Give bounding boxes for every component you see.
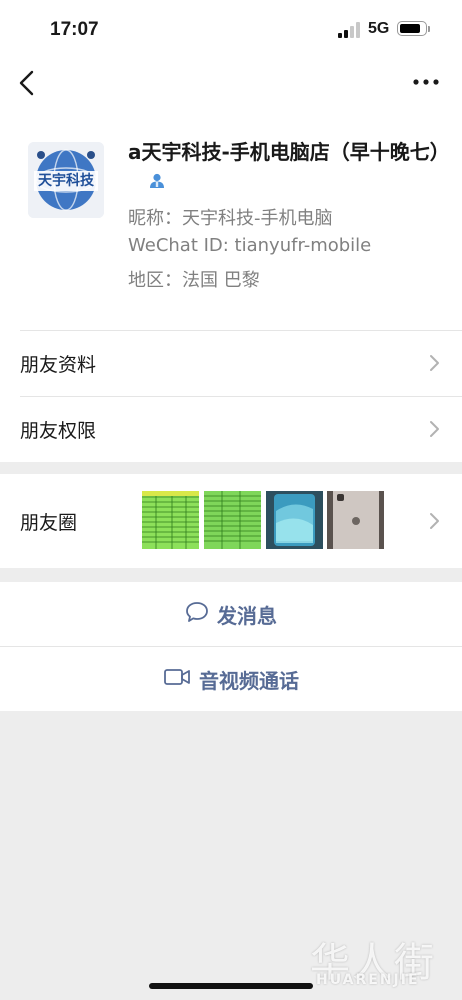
moments-thumbnail[interactable]: [204, 491, 261, 549]
moments-thumbnail[interactable]: [327, 491, 384, 549]
friend-permissions-item[interactable]: 朋友权限: [0, 396, 462, 462]
watermark-en: HUARENJIE: [316, 972, 420, 988]
moments-label: 朋友圈: [20, 512, 78, 534]
profile-card: 天宇科技 a天宇科技-手机电脑店（早十晚七） 昵称：天宇科技-手机电脑 WeCh…: [0, 106, 462, 330]
back-icon[interactable]: [14, 66, 44, 100]
friend-info-item[interactable]: 朋友资料: [0, 330, 462, 396]
video-camera-icon: [163, 667, 199, 692]
battery-icon: [397, 21, 427, 36]
video-call-label: 音视频通话: [199, 668, 299, 693]
signal-icon: [338, 22, 362, 38]
video-call-button[interactable]: 音视频通话: [0, 647, 462, 711]
chevron-right-icon: [428, 420, 440, 438]
friend-permissions-label: 朋友权限: [20, 420, 97, 442]
avatar-text: 天宇科技: [38, 173, 94, 189]
moments-thumbnail[interactable]: [266, 491, 323, 549]
nickname-text: 昵称：天宇科技-手机电脑: [128, 208, 333, 229]
region-text: 地区：法国 巴黎: [128, 270, 260, 291]
contact-badge-icon: [148, 169, 166, 188]
send-message-label: 发消息: [217, 603, 277, 628]
chevron-right-icon: [428, 354, 440, 372]
network-label: 5G: [368, 20, 390, 37]
more-icon[interactable]: [410, 72, 442, 92]
status-bar: 17:07 5G: [0, 0, 462, 60]
friend-info-label: 朋友资料: [20, 354, 97, 376]
moments-thumbnail[interactable]: [142, 491, 199, 549]
chat-bubble-icon: [185, 601, 217, 628]
home-indicator[interactable]: [149, 983, 313, 989]
wechat-id-text: WeChat ID: tianyufr-mobile: [128, 235, 372, 256]
status-time: 17:07: [50, 19, 99, 40]
chevron-right-icon: [428, 512, 440, 530]
send-message-button[interactable]: 发消息: [0, 582, 462, 646]
profile-name: a天宇科技-手机电脑店（早十晚七）: [128, 138, 450, 196]
avatar[interactable]: 天宇科技: [28, 142, 104, 218]
profile-name-text: a天宇科技-手机电脑店（早十晚七）: [128, 140, 450, 164]
watermark-logo: 华人街 HUARENJIE: [310, 930, 436, 988]
settings-group: 朋友资料 朋友权限: [0, 330, 462, 462]
nav-bar: [0, 60, 462, 106]
